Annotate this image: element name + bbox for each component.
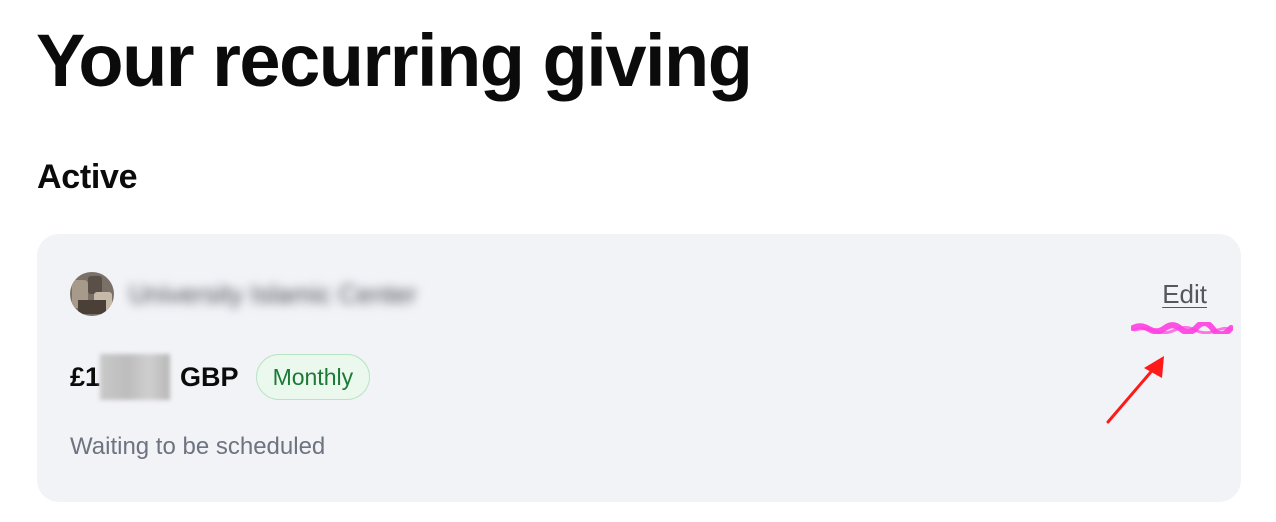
organization-avatar <box>70 272 114 316</box>
recurring-giving-page: Your recurring giving Active University … <box>0 0 1276 522</box>
recurring-donation-card: University Islamic Center Edit £1 GBP Mo… <box>37 234 1241 502</box>
amount-value: £1 <box>70 362 101 392</box>
page-title: Your recurring giving <box>36 19 753 102</box>
highlight-scribble <box>1131 322 1233 334</box>
amount-row: £1 GBP Monthly <box>70 352 371 402</box>
organization-name: University Islamic Center <box>129 279 417 309</box>
donation-status: Waiting to be scheduled <box>70 433 326 460</box>
amount-redaction <box>100 354 171 400</box>
frequency-badge: Monthly <box>255 354 371 400</box>
amount-currency: GBP <box>180 362 239 392</box>
active-section-heading: Active <box>37 158 138 196</box>
edit-donation-link[interactable]: Edit <box>1162 278 1207 310</box>
red-arrow-annotation-icon <box>1106 356 1164 424</box>
